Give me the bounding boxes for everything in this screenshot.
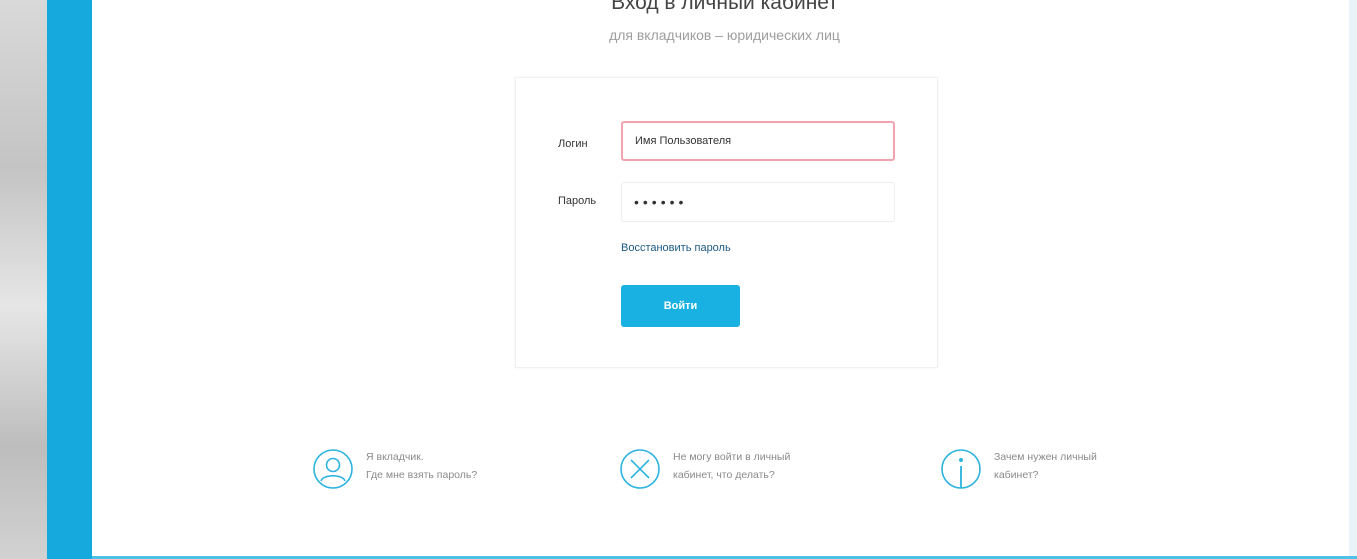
help-text: Не могу войти в личный кабинет, что дела… — [673, 448, 843, 484]
help-line-2: кабинет, что делать? — [673, 469, 775, 481]
accent-sidebar — [47, 0, 92, 559]
login-button[interactable]: Войти — [621, 285, 740, 327]
info-icon — [941, 449, 981, 489]
page-subtitle: для вкладчиков – юридических лиц — [609, 27, 840, 43]
login-input[interactable] — [621, 121, 895, 161]
login-card: Логин Пароль Восстановить пароль Войти — [515, 77, 938, 368]
help-line-2: Где мне взять пароль? — [366, 469, 478, 481]
user-icon — [313, 449, 353, 489]
page-title: Вход в личный кабинет — [611, 0, 838, 14]
password-input[interactable] — [621, 182, 895, 222]
help-text: Я вкладчик. Где мне взять пароль? — [366, 448, 536, 484]
cross-icon — [620, 449, 660, 489]
help-line-1: Не могу войти в личный — [673, 451, 791, 463]
help-link-get-password[interactable]: Я вкладчик. Где мне взять пароль? — [312, 448, 536, 490]
login-label: Логин — [558, 138, 588, 150]
restore-password-link[interactable]: Восстановить пароль — [621, 242, 731, 254]
help-line-1: Я вкладчик. — [366, 451, 424, 463]
help-link-why-cabinet[interactable]: Зачем нужен личный кабинет? — [940, 448, 1164, 490]
help-line-2: кабинет? — [994, 469, 1039, 481]
help-line-1: Зачем нужен личный — [994, 451, 1097, 463]
help-link-cannot-login[interactable]: Не могу войти в личный кабинет, что дела… — [619, 448, 843, 490]
background-photo-strip — [0, 0, 47, 559]
help-text: Зачем нужен личный кабинет? — [994, 448, 1164, 484]
page-right-edge — [1349, 0, 1357, 559]
password-label: Пароль — [558, 195, 597, 207]
